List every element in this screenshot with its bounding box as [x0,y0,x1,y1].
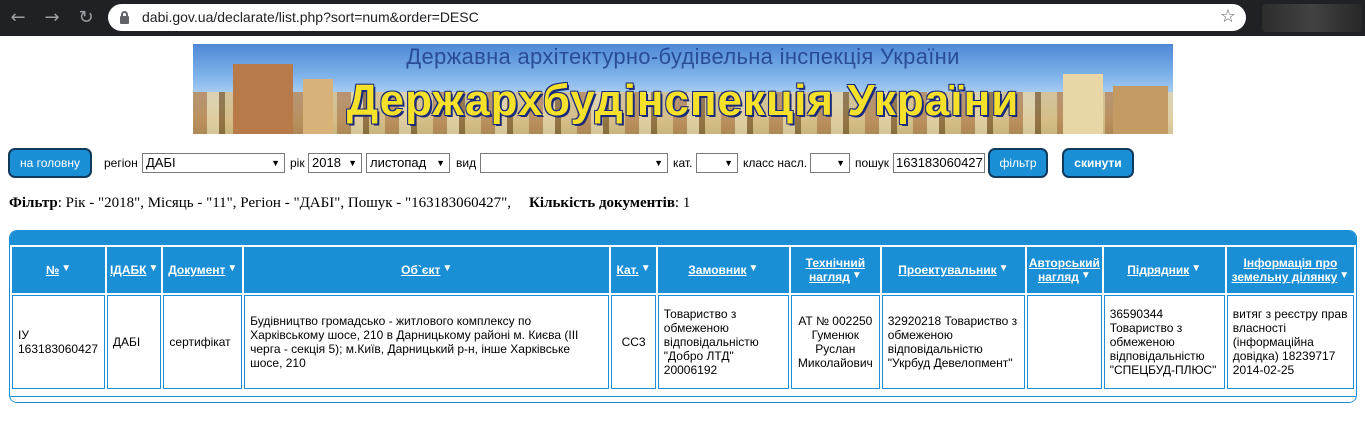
sort-arrow-icon: ▼ [227,263,238,274]
cell-document: сертифікат [163,295,243,389]
address-bar[interactable]: dabi.gov.ua/declarate/list.php?sort=num&… [108,4,1246,31]
cell-author-supervision [1027,295,1102,389]
site-banner: Державна архітектурно-будівельна інспекц… [193,44,1173,134]
dropdown-arrow-icon: ▼ [654,158,663,168]
dropdown-arrow-icon: ▼ [836,158,845,168]
column-header-author-supervision[interactable]: Авторський нагляд ▼ [1027,247,1102,293]
cell-category: СС3 [611,295,656,389]
cell-customer: Товариство з обмеженою відповідальністю … [657,295,789,389]
sort-arrow-icon: ▼ [1080,270,1091,281]
cell-designer: 32920218 Товариство з обмеженою відповід… [881,295,1026,389]
column-header-num[interactable]: № ▼ [12,247,105,293]
filter-button[interactable]: фільтр [988,148,1048,178]
banner-title: Держархбудінспекція України [346,76,1020,125]
search-input[interactable]: 163183060427 [893,153,985,173]
sort-arrow-icon: ▼ [1339,270,1350,281]
filter-summary: Фільтр: Рік - "2018", Місяць - "11", Рег… [9,195,690,212]
document-count-label: Кількість документів [529,195,675,211]
region-select[interactable]: ДАБІ ▼ [142,153,285,173]
dropdown-arrow-icon: ▼ [348,158,357,168]
column-header-tech-supervision[interactable]: Технічний нагляд ▼ [790,247,880,293]
dropdown-arrow-icon: ▼ [436,158,445,168]
extension-area [1262,4,1362,32]
table-row: ІУ 163183060427 ДАБІ сертифікат Будівниц… [12,295,1354,389]
results-table: № ▼ ІДАБК ▼ Документ ▼ Об`єкт ▼ Кат. ▼ Замовн… [10,245,1356,391]
reload-icon[interactable]: ↻ [74,6,98,30]
category-select[interactable]: ▼ [696,153,738,173]
sort-arrow-icon: ▼ [442,263,453,274]
sort-arrow-icon: ▼ [1191,263,1202,274]
home-button[interactable]: на головну [8,148,92,178]
bookmark-star-icon[interactable]: ☆ [1220,6,1236,27]
url-text: dabi.gov.ua/declarate/list.php?sort=num&… [142,9,479,25]
column-header-designer[interactable]: Проектувальник ▼ [881,247,1026,293]
column-header-land-info[interactable]: Інформація про земельну ділянку ▼ [1226,247,1354,293]
region-label: регіон [104,156,138,170]
filter-summary-text: : Рік - "2018", Місяць - "11", Регіон - … [57,195,512,211]
dropdown-arrow-icon: ▼ [724,158,733,168]
category-label: кат. [673,156,693,170]
search-label: пошук [855,156,890,170]
sort-arrow-icon: ▼ [61,263,72,274]
column-header-contractor[interactable]: Підрядник ▼ [1103,247,1225,293]
dropdown-arrow-icon: ▼ [271,158,280,168]
type-label: вид [456,156,477,170]
column-header-idabk[interactable]: ІДАБК ▼ [106,247,162,293]
column-header-document[interactable]: Документ ▼ [163,247,243,293]
cell-tech-supervision: АТ № 002250 Гуменюк Руслан Миколайович [790,295,880,389]
sort-arrow-icon: ▼ [748,263,759,274]
sort-arrow-icon: ▼ [640,263,651,274]
column-header-customer[interactable]: Замовник ▼ [657,247,789,293]
cell-land-info: витяг з реєстру прав власності (інформац… [1226,295,1354,389]
sort-arrow-icon: ▼ [148,263,159,274]
browser-toolbar: ← → ↻ dabi.gov.ua/declarate/list.php?sor… [0,0,1365,36]
year-label: рік [290,156,305,170]
sort-arrow-icon: ▼ [998,263,1009,274]
year-select[interactable]: 2018 ▼ [308,153,362,173]
cell-num: ІУ 163183060427 [12,295,105,389]
forward-arrow-icon[interactable]: → [40,6,64,30]
reset-button[interactable]: скинути [1062,148,1134,178]
column-header-category[interactable]: Кат. ▼ [611,247,656,293]
banner-subtitle: Державна архітектурно-будівельна інспекц… [406,44,960,69]
lock-icon [120,11,129,24]
filter-summary-label: Фільтр [9,195,58,211]
column-header-object[interactable]: Об`єкт ▼ [244,247,610,293]
results-table-container: № ▼ ІДАБК ▼ Документ ▼ Об`єкт ▼ Кат. ▼ Замовн… [9,230,1357,403]
month-select[interactable]: листопад ▼ [366,153,450,173]
type-select[interactable]: ▼ [480,153,668,173]
cell-idabk: ДАБІ [106,295,162,389]
class-label: класс насл. [743,156,808,170]
cell-object: Будівництво громадсько - житлового компл… [244,295,610,389]
cell-contractor: 36590344 Товариство з обмеженою відповід… [1103,295,1225,389]
back-arrow-icon[interactable]: ← [6,6,30,30]
document-count-value: : 1 [674,195,691,211]
sort-arrow-icon: ▼ [851,270,862,281]
class-select[interactable]: ▼ [810,153,850,173]
